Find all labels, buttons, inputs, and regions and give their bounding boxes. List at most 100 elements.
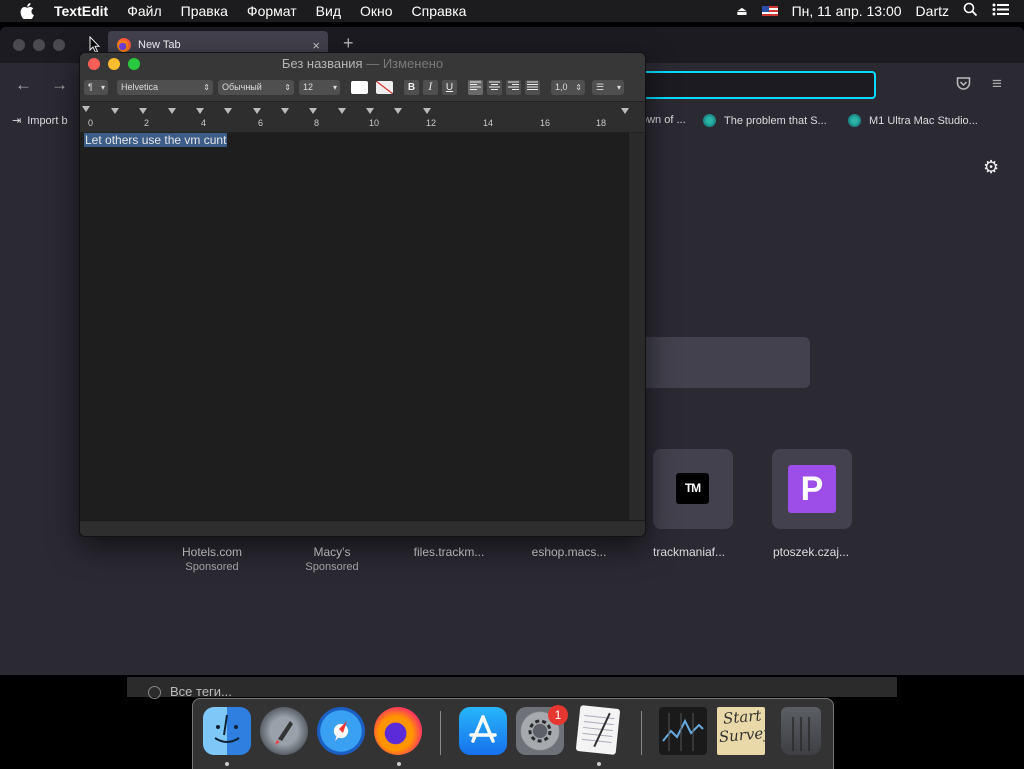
tile-label[interactable]: eshop.macs...: [514, 545, 624, 559]
tag-circle-icon: [148, 686, 161, 699]
right-margin-marker-icon[interactable]: [621, 108, 629, 114]
line-spacing-select[interactable]: 1,0 ⇕: [551, 80, 585, 95]
line-spacing-value: 1,0: [555, 82, 568, 92]
bookmark-item[interactable]: The problem that S...: [703, 114, 827, 127]
edited-status: — Изменено: [362, 56, 444, 71]
tile-label[interactable]: ptoszek.czaj...: [756, 545, 866, 559]
stocks-icon[interactable]: [659, 707, 707, 755]
minimize-button[interactable]: [108, 58, 120, 70]
menu-edit[interactable]: Правка: [181, 3, 228, 19]
firefox-close-button[interactable]: [13, 39, 25, 51]
tile-label[interactable]: Hotels.com: [157, 545, 267, 559]
align-center-button[interactable]: [487, 80, 502, 95]
tile-label[interactable]: files.trackm...: [394, 545, 504, 559]
forward-arrow-icon[interactable]: →: [51, 75, 68, 95]
list-bullets-dropdown[interactable]: ☰ ▾: [592, 80, 624, 95]
tile-sponsored-label: Sponsored: [305, 561, 359, 573]
tab-close-icon[interactable]: ×: [312, 38, 320, 53]
zoom-button[interactable]: [128, 58, 140, 70]
firefox-icon[interactable]: [374, 707, 422, 755]
safari-icon[interactable]: [317, 707, 365, 755]
ruler-number: 4: [201, 118, 207, 128]
list-bullets-icon: ☰: [596, 82, 605, 92]
spotlight-search-icon[interactable]: [963, 2, 978, 20]
eject-icon[interactable]: ⏏: [736, 4, 747, 18]
textedit-title-bar[interactable]: Без названия — Изменено: [80, 53, 645, 75]
tab-stop-icon[interactable]: [309, 108, 317, 114]
menubar-user[interactable]: Dartz: [916, 3, 949, 19]
app-store-icon[interactable]: [459, 707, 507, 755]
align-left-button[interactable]: [468, 80, 483, 95]
italic-button[interactable]: I: [423, 80, 438, 95]
tab-stop-icon[interactable]: [394, 108, 402, 114]
shortcut-tile-ptoszek[interactable]: P: [772, 449, 852, 529]
font-size-value: 12: [303, 82, 314, 92]
bookmark-label: Import b: [27, 114, 68, 127]
vertical-scrollbar[interactable]: [628, 133, 645, 520]
align-right-icon: [508, 81, 519, 90]
menu-help[interactable]: Справка: [412, 3, 467, 19]
text-color-well[interactable]: [351, 81, 368, 94]
menu-format[interactable]: Формат: [247, 3, 297, 19]
apple-menu-icon[interactable]: [20, 3, 36, 19]
back-arrow-icon[interactable]: ←: [15, 75, 32, 95]
bookmark-import[interactable]: ⇥ Import b: [12, 114, 68, 128]
new-tab-plus-icon[interactable]: +: [343, 33, 354, 54]
document-text-area[interactable]: Let others use the vm cunt: [80, 133, 628, 520]
tab-stop-icon[interactable]: [338, 108, 346, 114]
textedit-icon[interactable]: [575, 705, 621, 755]
font-style-value: Обычный: [222, 82, 262, 92]
all-tags-label[interactable]: Все теги...: [170, 684, 232, 699]
close-button[interactable]: [88, 58, 100, 70]
finder-icon[interactable]: [203, 707, 251, 755]
firefox-minimize-button[interactable]: [33, 39, 45, 51]
left-indent-marker-icon[interactable]: [82, 106, 90, 112]
trash-icon[interactable]: [781, 707, 821, 755]
ruler[interactable]: 0 2 4 6 8 10 12 14 16 18: [80, 102, 645, 133]
underline-button[interactable]: U: [442, 80, 457, 95]
ruler-number: 2: [144, 118, 150, 128]
font-family-select[interactable]: Helvetica ⇕: [117, 80, 213, 95]
align-right-button[interactable]: [506, 80, 521, 95]
tab-stop-icon[interactable]: [281, 108, 289, 114]
tab-stop-icon[interactable]: [196, 108, 204, 114]
input-source-flag-icon[interactable]: [761, 6, 778, 16]
tile-label[interactable]: Macy's: [277, 545, 387, 559]
pocket-icon[interactable]: [956, 76, 971, 96]
control-center-icon[interactable]: [992, 3, 1010, 19]
tab-stop-icon[interactable]: [423, 108, 431, 114]
menu-window[interactable]: Окно: [360, 3, 393, 19]
bookmark-item[interactable]: M1 Ultra Mac Studio...: [848, 114, 978, 127]
menu-file[interactable]: Файл: [127, 3, 161, 19]
bookmark-item[interactable]: own of ...: [641, 114, 686, 126]
horizontal-scrollbar[interactable]: [80, 520, 645, 536]
tab-stop-icon[interactable]: [366, 108, 374, 114]
menu-app-name[interactable]: TextEdit: [54, 3, 108, 19]
font-size-select[interactable]: 12 ▾: [299, 80, 340, 95]
hamburger-menu-icon[interactable]: ≡: [992, 74, 1002, 94]
tab-stop-icon[interactable]: [253, 108, 261, 114]
tab-stop-icon[interactable]: [139, 108, 147, 114]
dock-separator: [440, 711, 441, 755]
shortcut-tile-trackmania[interactable]: TM: [653, 449, 733, 529]
menu-bar: TextEdit Файл Правка Формат Вид Окно Спр…: [0, 0, 1024, 22]
settings-gear-icon[interactable]: ⚙: [983, 157, 999, 178]
font-style-select[interactable]: Обычный ⇕: [218, 80, 294, 95]
document-text[interactable]: Let others use the vm cunt: [84, 133, 228, 147]
paragraph-styles-dropdown[interactable]: ¶ ▾: [84, 80, 108, 95]
tab-stop-icon[interactable]: [224, 108, 232, 114]
menu-view[interactable]: Вид: [316, 3, 341, 19]
tile-label[interactable]: trackmaniaf...: [634, 545, 744, 559]
firefox-zoom-button[interactable]: [53, 39, 65, 51]
new-tab-search-box[interactable]: [640, 337, 810, 388]
menubar-clock[interactable]: Пн, 11 апр. 13:00: [792, 3, 902, 19]
tab-stop-icon[interactable]: [168, 108, 176, 114]
background-color-well[interactable]: [376, 81, 393, 94]
launchpad-icon[interactable]: [260, 707, 308, 755]
justify-icon: [527, 81, 538, 90]
bold-button[interactable]: B: [404, 80, 419, 95]
running-indicator: [597, 762, 601, 766]
justify-button[interactable]: [525, 80, 540, 95]
tab-stop-icon[interactable]: [111, 108, 119, 114]
url-bar[interactable]: [620, 71, 876, 99]
